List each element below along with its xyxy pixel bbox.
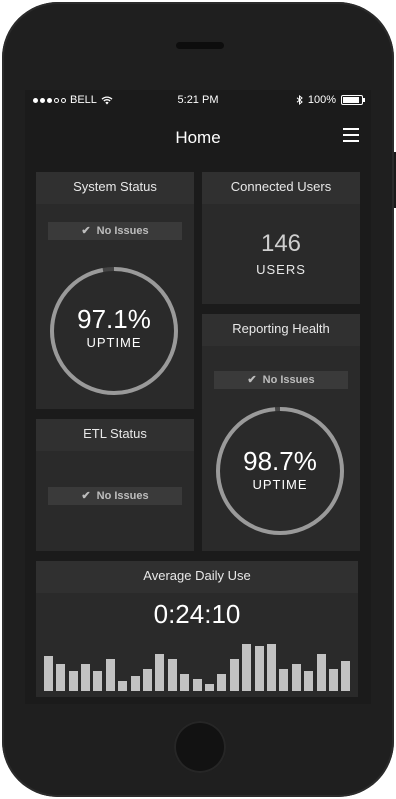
usage-bar [93, 671, 103, 691]
usage-bar [341, 661, 351, 691]
status-bar: BELL 5:21 PM 100% [25, 90, 371, 110]
uptime-label: UPTIME [252, 477, 308, 492]
screen: BELL 5:21 PM 100% Home System Status ✔ No… [25, 90, 371, 704]
usage-bar [142, 668, 152, 691]
system-status-card[interactable]: System Status ✔ No Issues 97.1% UPTIME [36, 172, 194, 409]
average-daily-use-card[interactable]: Average Daily Use 0:24:10 [36, 561, 358, 697]
home-button[interactable] [174, 721, 226, 773]
uptime-text: 97.1% UPTIME [49, 304, 179, 350]
usage-bar [105, 658, 115, 691]
usage-bar [242, 643, 252, 691]
card-title: Reporting Health [202, 314, 360, 346]
hamburger-menu-icon[interactable] [343, 128, 359, 142]
checkmark-icon: ✔ [247, 374, 257, 386]
usage-bar [155, 653, 165, 691]
uptime-text: 98.7% UPTIME [215, 446, 345, 492]
reporting-health-card[interactable]: Reporting Health ✔ No Issues 98.7% UPTIME [202, 314, 360, 551]
usage-bar [68, 671, 78, 691]
usage-bar [80, 663, 90, 691]
navigation-bar: Home [25, 110, 371, 162]
usage-bar [130, 676, 140, 691]
status-badge: ✔ No Issues [48, 222, 182, 240]
usage-bar [304, 671, 314, 691]
usage-bar [204, 683, 214, 691]
usage-bar [291, 663, 301, 691]
uptime-value: 98.7% [243, 446, 317, 476]
usage-bar [316, 653, 326, 691]
usage-bar [328, 668, 338, 691]
status-badge: ✔ No Issues [214, 371, 348, 389]
uptime-label: UPTIME [86, 335, 142, 350]
usage-bar [266, 643, 276, 691]
bluetooth-icon [296, 95, 303, 105]
card-title: ETL Status [36, 419, 194, 451]
usage-bar [43, 656, 53, 691]
checkmark-icon: ✔ [81, 225, 91, 237]
usage-bar [229, 658, 239, 691]
checkmark-icon: ✔ [81, 490, 91, 502]
usage-bar [192, 678, 202, 691]
battery-icon [341, 95, 365, 105]
connected-users-card[interactable]: Connected Users 146 USERS [202, 172, 360, 304]
earpiece-speaker [176, 42, 224, 49]
etl-status-card[interactable]: ETL Status ✔ No Issues [36, 419, 194, 551]
usage-bar-chart [42, 641, 352, 691]
usage-bar [217, 673, 227, 691]
status-badge: ✔ No Issues [48, 487, 182, 505]
users-count: 146 [260, 230, 302, 257]
usage-bar [167, 658, 177, 691]
card-title: System Status [36, 172, 194, 204]
usage-bar [254, 646, 264, 691]
usage-bar [279, 668, 289, 691]
usage-bar [180, 673, 190, 691]
card-title: Average Daily Use [36, 561, 358, 593]
average-value: 0:24:10 [153, 599, 241, 629]
usage-bar [118, 681, 128, 691]
page-title: Home [175, 128, 221, 147]
uptime-value: 97.1% [77, 304, 151, 334]
users-label: USERS [256, 262, 306, 277]
usage-bar [56, 663, 66, 691]
card-title: Connected Users [202, 172, 360, 204]
battery-percent: 100% [307, 94, 336, 106]
